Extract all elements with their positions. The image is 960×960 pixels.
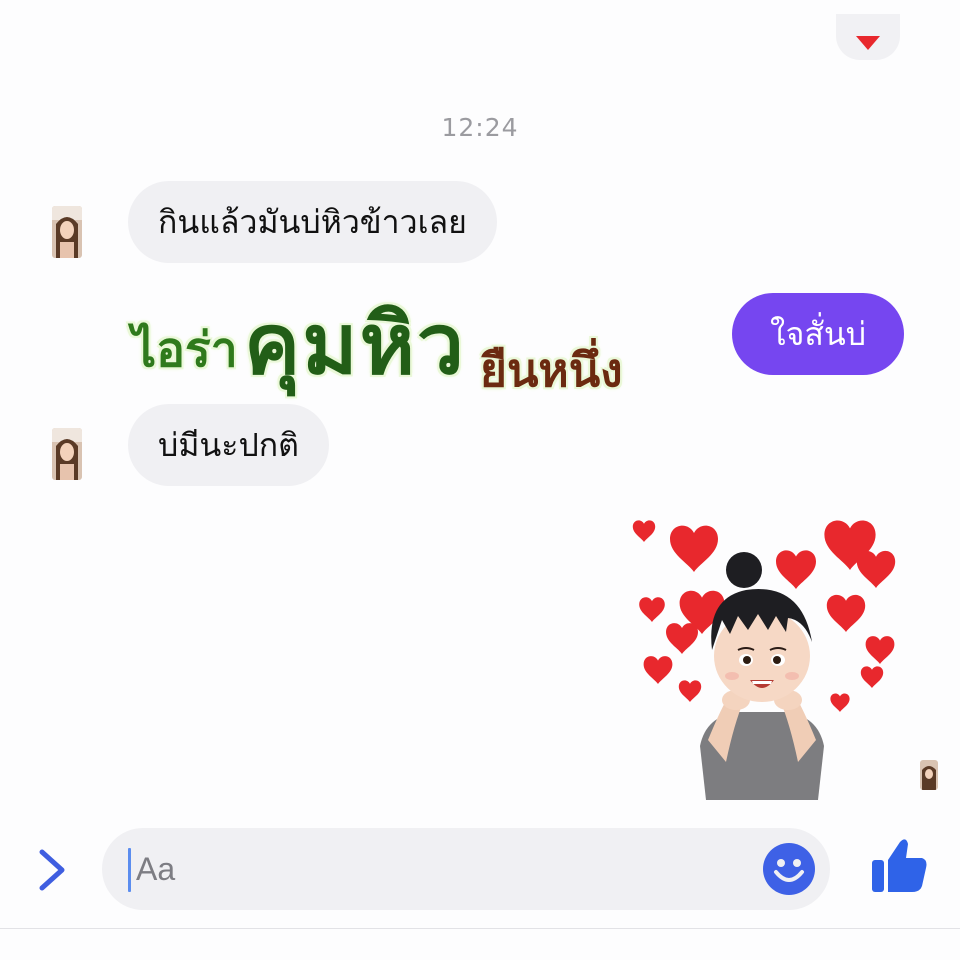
sticker-illustration	[632, 520, 896, 800]
message-input[interactable]	[136, 828, 736, 910]
thumbs-up-icon[interactable]	[868, 834, 930, 896]
smiley-icon[interactable]	[762, 842, 816, 896]
avatar-photo	[52, 428, 82, 480]
text-caret	[128, 848, 131, 892]
caption-part-3: ยืนหนึ่ง	[480, 343, 623, 397]
caption-part-1: ไอร่า	[132, 322, 238, 378]
contact-avatar[interactable]	[52, 206, 82, 258]
outgoing-message[interactable]: ใจสั่นบ่	[732, 293, 904, 375]
heart-icon	[856, 36, 880, 50]
message-timestamp: 12:24	[441, 113, 519, 142]
chat-screen: 12:24 กินแล้วมันบ่หิวข้าวเลย ใจสั่นบ่ ไอ…	[0, 0, 960, 960]
message-composer	[0, 820, 960, 920]
chevron-right-icon[interactable]	[32, 848, 72, 892]
message-input-container[interactable]	[102, 828, 830, 910]
avatar-photo	[52, 206, 82, 258]
incoming-message[interactable]: กินแล้วมันบ่หิวข้าวเลย	[128, 181, 497, 263]
seen-avatar	[920, 760, 938, 790]
contact-avatar[interactable]	[52, 428, 82, 480]
avatar-hearts-sticker[interactable]	[626, 510, 910, 800]
caption-part-2: คุมหิว	[244, 294, 467, 393]
overlay-caption: ไอร่า คุมหิว ยืนหนึ่ง	[132, 282, 692, 422]
previous-message-bubble[interactable]	[836, 14, 900, 60]
incoming-message[interactable]: บ่มีนะปกติ	[128, 404, 329, 486]
avatar-photo	[920, 760, 938, 790]
bottom-divider	[0, 928, 960, 929]
